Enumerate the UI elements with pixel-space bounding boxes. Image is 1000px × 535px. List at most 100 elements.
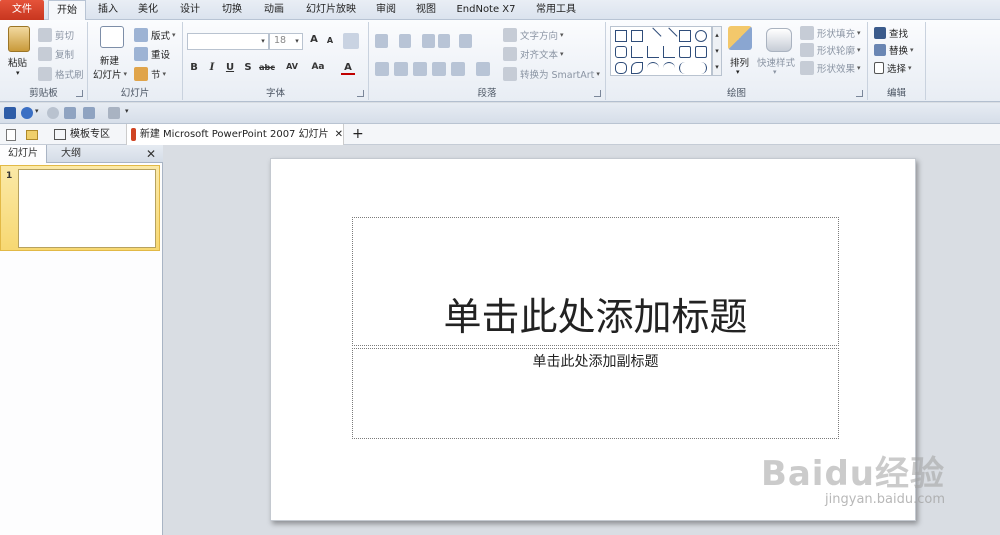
quick-styles-dropdown-icon[interactable]: ▾ (773, 68, 777, 76)
clipboard-launcher-icon[interactable] (76, 90, 83, 97)
change-case-button[interactable]: Aa (309, 62, 327, 72)
add-tab-button[interactable]: + (352, 124, 364, 145)
char-spacing-button[interactable]: AV (283, 62, 301, 71)
paste-dropdown-icon[interactable]: ▾ (16, 69, 20, 77)
close-icon[interactable]: ✕ (142, 145, 160, 163)
strikethrough-button[interactable]: abc (257, 63, 277, 72)
textbox-shape-icon[interactable] (615, 30, 627, 42)
underline-button[interactable]: U (223, 62, 237, 73)
find-button[interactable]: 查找 (874, 26, 908, 40)
freeform-shape-icon[interactable] (615, 62, 627, 74)
grow-font-button[interactable]: A (307, 34, 321, 45)
open-icon[interactable] (64, 107, 76, 119)
wave-shape-icon[interactable] (663, 62, 675, 74)
down-arrow-shape-icon[interactable] (695, 46, 707, 58)
shape-fill-button[interactable]: 形状填充 ▾ (800, 26, 861, 40)
arrange-dropdown-icon[interactable]: ▾ (736, 68, 740, 76)
format-painter-button[interactable]: 格式刷 (38, 67, 84, 81)
reset-button[interactable]: 重设 (134, 47, 170, 61)
shape-effects-button[interactable]: 形状效果 ▾ (800, 61, 861, 75)
arc-shape-icon[interactable] (647, 62, 659, 74)
right-arrow-shape-icon[interactable] (679, 46, 691, 58)
shapes-gallery[interactable] (610, 26, 712, 76)
save-icon[interactable] (4, 107, 16, 119)
shadow-button[interactable]: S (241, 62, 255, 73)
layout-icon (134, 28, 148, 42)
align-buttons[interactable] (375, 62, 495, 76)
tab-design[interactable]: 设计 (172, 0, 208, 20)
drawing-launcher-icon[interactable] (856, 90, 863, 97)
shape-outline-button[interactable]: 形状轮廓 ▾ (800, 43, 861, 57)
vertical-textbox-shape-icon[interactable] (631, 30, 643, 42)
document-tab[interactable]: 新建 Microsoft PowerPoint 2007 幻灯片 ✕ (126, 124, 344, 145)
line-shape-icon[interactable] (644, 27, 662, 45)
subtitle-placeholder[interactable]: 单击此处添加副标题 (352, 348, 839, 439)
font-size-combo[interactable]: 18 ▾ (269, 33, 303, 50)
tab-animations[interactable]: 动画 (256, 0, 292, 20)
select-button[interactable]: 选择 ▾ (874, 61, 912, 75)
rectangle-shape-icon[interactable] (679, 30, 691, 42)
align-right-icon (413, 62, 427, 76)
rounded-rect-shape-icon[interactable] (615, 46, 627, 58)
shapes-gallery-scroll[interactable]: ▴ ▾ ▾ (712, 26, 722, 76)
undo-dropdown-icon[interactable]: ▾ (35, 107, 41, 119)
tab-transitions[interactable]: 切换 (214, 0, 250, 20)
tab-review[interactable]: 审阅 (368, 0, 404, 20)
clear-format-icon[interactable] (343, 33, 359, 49)
convert-smartart-button[interactable]: 转换为 SmartArt ▾ (503, 67, 600, 81)
chevron-down-icon: ▾ (910, 46, 914, 54)
curve-shape-icon[interactable] (631, 62, 643, 74)
cut-button[interactable]: 剪切 (38, 28, 74, 42)
close-icon[interactable]: ✕ (335, 124, 343, 145)
oval-shape-icon[interactable] (695, 30, 707, 42)
paste-button[interactable]: 粘贴 (8, 55, 27, 69)
font-color-button[interactable]: A (341, 62, 355, 75)
layout-button[interactable]: 版式 ▾ (134, 28, 176, 42)
title-placeholder[interactable]: 单击此处添加标题 (352, 217, 839, 346)
font-name-combo[interactable]: ▾ (187, 33, 269, 50)
tab-common-tools[interactable]: 常用工具 (528, 0, 584, 20)
right-brace-shape-icon[interactable] (695, 62, 707, 74)
tab-view[interactable]: 视图 (408, 0, 444, 20)
tab-insert[interactable]: 插入 (90, 0, 126, 20)
chevron-down-icon[interactable]: ▾ (258, 34, 268, 49)
tab-outline[interactable]: 大纲 (48, 145, 94, 163)
slide-thumbnail[interactable] (18, 169, 156, 248)
section-button[interactable]: 节 ▾ (134, 67, 166, 81)
new-slide-button[interactable]: 新建 (100, 53, 119, 67)
bold-button[interactable]: B (187, 62, 201, 73)
templates-tab[interactable]: 模板专区 (54, 124, 110, 145)
font-launcher-icon[interactable] (357, 90, 364, 97)
cut-label: 剪切 (55, 31, 75, 42)
folder-icon[interactable] (26, 124, 38, 145)
chevron-down-icon[interactable]: ▾ (292, 34, 302, 49)
new-icon[interactable] (83, 107, 95, 119)
new-doc-icon[interactable] (6, 124, 16, 145)
italic-button[interactable]: I (205, 62, 219, 73)
arrow-shape-icon[interactable] (660, 27, 678, 45)
quick-styles-button[interactable]: 快速样式 (757, 55, 795, 69)
text-direction-button[interactable]: 文字方向 ▾ (503, 28, 564, 42)
tab-slideshow[interactable]: 幻灯片放映 (300, 0, 362, 20)
replace-button[interactable]: 替换 ▾ (874, 43, 914, 57)
elbow-arrow-shape-icon[interactable] (663, 46, 675, 58)
triangle-shape-icon[interactable] (631, 46, 643, 58)
align-text-button[interactable]: 对齐文本 ▾ (503, 47, 564, 61)
tab-beautify[interactable]: 美化 (130, 0, 166, 20)
customize-toolbar-icon[interactable]: ▾ (125, 107, 133, 119)
tab-home[interactable]: 开始 (48, 0, 86, 21)
new-slide-dropdown[interactable]: 幻灯片 ▾ (93, 67, 127, 81)
brush-icon[interactable] (108, 107, 120, 119)
left-brace-shape-icon[interactable] (679, 62, 691, 74)
tab-endnote[interactable]: EndNote X7 (452, 0, 520, 20)
copy-button[interactable]: 复制 (38, 47, 74, 61)
undo-icon[interactable] (21, 107, 33, 119)
paragraph-launcher-icon[interactable] (594, 90, 601, 97)
arrange-button[interactable]: 排列 (730, 55, 749, 69)
redo-icon[interactable] (47, 107, 59, 119)
tab-slides[interactable]: 幻灯片 (0, 145, 47, 163)
tab-file[interactable]: 文件 (0, 0, 44, 20)
list-buttons[interactable] (375, 34, 475, 48)
elbow-connector-shape-icon[interactable] (647, 46, 659, 58)
shrink-font-button[interactable]: A (323, 36, 337, 45)
